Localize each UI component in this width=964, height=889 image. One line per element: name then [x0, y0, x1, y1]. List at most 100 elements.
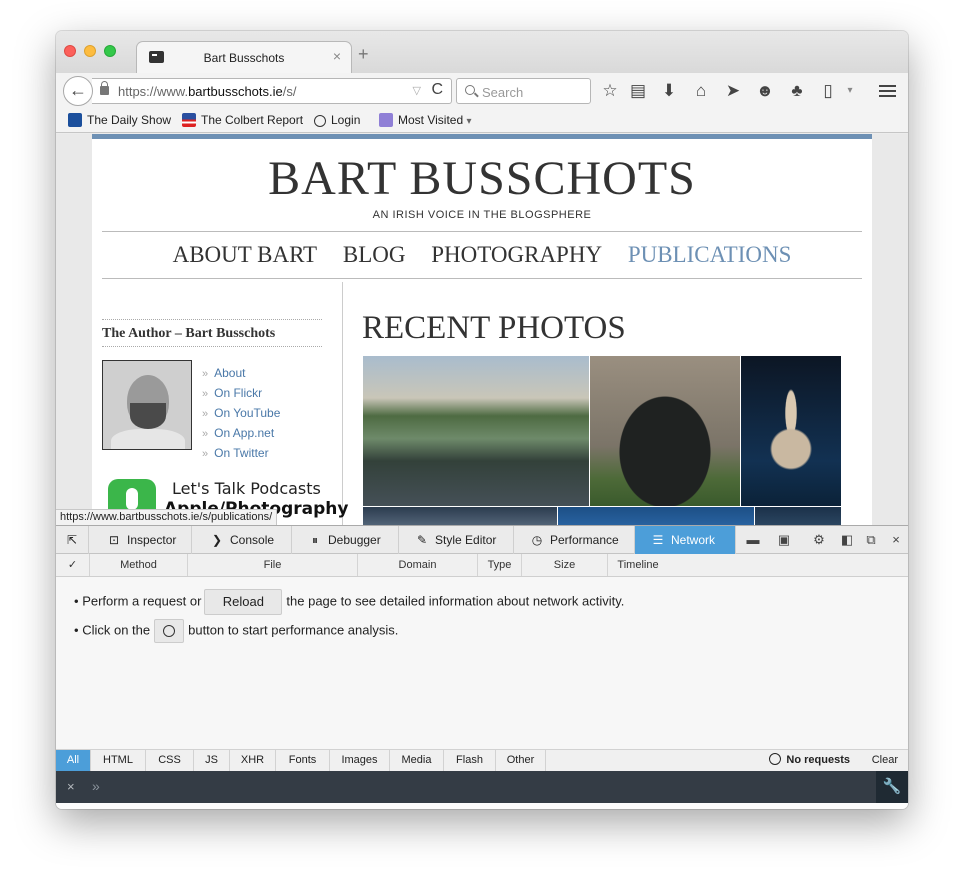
filter-all[interactable]: All: [56, 750, 91, 771]
site-page: BART BUSSCHOTS AN IRISH VOICE IN THE BLO…: [92, 134, 872, 525]
bookmark-label: The Colbert Report: [201, 113, 304, 127]
tab-network[interactable]: ☰ Network: [635, 526, 736, 554]
tab-debugger[interactable]: ⏸ Debugger: [292, 526, 399, 554]
author-link-about[interactable]: » About: [202, 365, 280, 385]
filter-images[interactable]: Images: [330, 750, 390, 771]
performance-analysis-button[interactable]: [154, 619, 185, 643]
element-picker-icon[interactable]: ⇱: [56, 526, 89, 554]
photo-stone-arch[interactable]: [590, 356, 740, 506]
nav-bar: https://www.bartbusschots.ie/s/ ▽ C ← Se…: [56, 73, 908, 109]
browser-tab[interactable]: Bart Busschots ×: [136, 41, 352, 73]
filter-other[interactable]: Other: [496, 750, 546, 771]
extension-icon[interactable]: ♣: [786, 81, 808, 101]
nav-photography[interactable]: PHOTOGRAPHY: [431, 242, 602, 268]
photo-thumb[interactable]: [558, 507, 754, 525]
filter-css[interactable]: CSS: [146, 750, 194, 771]
reload-button[interactable]: Reload: [204, 589, 283, 615]
clear-button[interactable]: Clear: [872, 750, 898, 771]
window-close-button[interactable]: [64, 45, 76, 57]
tab-bar: Bart Busschots × +: [56, 31, 908, 73]
wrench-icon[interactable]: 🔧: [876, 771, 908, 803]
close-console-icon[interactable]: ×: [67, 779, 75, 794]
stopwatch-icon[interactable]: [769, 753, 782, 765]
author-link-youtube[interactable]: » On YouTube: [202, 405, 280, 425]
dock-side-icon[interactable]: ◧: [839, 532, 855, 548]
col-size[interactable]: Size: [522, 554, 608, 576]
browser-window: Bart Busschots × + https://www.bartbussc…: [56, 31, 908, 809]
tab-style-editor[interactable]: ✎ Style Editor: [399, 526, 514, 554]
search-input[interactable]: Search: [456, 78, 591, 104]
tab-close-icon[interactable]: ×: [333, 48, 341, 64]
filter-html[interactable]: HTML: [91, 750, 146, 771]
url-bar[interactable]: https://www.bartbusschots.ie/s/ ▽ C: [92, 78, 452, 104]
filter-media[interactable]: Media: [390, 750, 444, 771]
pencil-icon: ✎: [416, 533, 428, 547]
login-icon: [314, 115, 326, 127]
photo-statue[interactable]: [741, 356, 841, 506]
site-title[interactable]: BART BUSSCHOTS: [92, 151, 872, 206]
photo-thumb[interactable]: [363, 507, 557, 525]
nav-about-bart[interactable]: ABOUT BART: [173, 242, 318, 268]
devtools-close-icon[interactable]: ×: [888, 532, 904, 548]
inspector-icon: ⊡: [108, 533, 120, 547]
filter-flash[interactable]: Flash: [444, 750, 496, 771]
reload-icon[interactable]: C: [431, 81, 443, 99]
bookmark-login[interactable]: Login: [314, 113, 360, 127]
settings-gear-icon[interactable]: ⚙: [811, 532, 827, 548]
url-host: bartbusschots.ie: [188, 84, 283, 99]
photo-misty-river[interactable]: [363, 356, 589, 506]
devtools-panel: ⇱ ⊡ Inspector ❯ Console ⏸ Debugger ✎ Style E…: [56, 525, 908, 809]
url-text[interactable]: https://www.bartbusschots.ie/s/: [118, 84, 296, 99]
network-icon: ☰: [652, 533, 664, 547]
hint-text: Perform a request or: [82, 593, 202, 609]
filter-js[interactable]: JS: [194, 750, 230, 771]
link-label: On Flickr: [214, 386, 263, 400]
author-link-twitter[interactable]: » On Twitter: [202, 445, 280, 465]
reading-list-icon[interactable]: ▤: [627, 81, 649, 101]
col-file[interactable]: File: [188, 554, 358, 576]
window-zoom-button[interactable]: [104, 45, 116, 57]
col-method[interactable]: Method: [90, 554, 188, 576]
col-status[interactable]: ✓: [56, 554, 90, 576]
window-minimize-button[interactable]: [84, 45, 96, 57]
col-type[interactable]: Type: [478, 554, 522, 576]
tab-performance[interactable]: ◷ Performance: [514, 526, 635, 554]
network-table-header: ✓ Method File Domain Type Size Timeline: [56, 554, 908, 577]
tab-inspector[interactable]: ⊡ Inspector: [89, 526, 192, 554]
hamburger-menu-icon[interactable]: [879, 85, 896, 97]
nav-blog[interactable]: BLOG: [343, 242, 406, 268]
filter-fonts[interactable]: Fonts: [276, 750, 330, 771]
new-tab-button[interactable]: +: [358, 45, 369, 63]
undock-window-icon[interactable]: ⧉: [863, 532, 879, 548]
bookmark-most-visited[interactable]: Most Visited ▾: [379, 113, 472, 127]
console-prompt-icon[interactable]: »: [92, 778, 100, 794]
tab-label: Style Editor: [435, 533, 497, 547]
col-domain[interactable]: Domain: [358, 554, 478, 576]
photo-thumb[interactable]: [755, 507, 841, 525]
bookmark-star-icon[interactable]: ☆: [599, 81, 621, 101]
filter-xhr[interactable]: XHR: [230, 750, 276, 771]
bookmark-colbert-report[interactable]: The Colbert Report: [182, 113, 303, 127]
home-icon[interactable]: ⌂: [690, 81, 712, 101]
sidebar-heading-box: The Author – Bart Busschots: [102, 319, 322, 347]
chevron-right-icon: »: [202, 408, 209, 420]
responsive-mode-icon[interactable]: ▣: [776, 532, 792, 548]
send-icon[interactable]: ➤: [722, 81, 744, 101]
nav-publications[interactable]: PUBLICATIONS: [628, 242, 792, 268]
tab-console[interactable]: ❯ Console: [192, 526, 292, 554]
author-link-flickr[interactable]: » On Flickr: [202, 385, 280, 405]
history-dropdown-icon[interactable]: ▽: [413, 84, 421, 97]
clipboard-icon[interactable]: ▯: [817, 81, 839, 101]
downloads-icon[interactable]: ⬇: [658, 81, 680, 101]
divider: [102, 231, 862, 232]
back-button[interactable]: ←: [63, 76, 93, 106]
col-timeline[interactable]: Timeline: [608, 554, 668, 576]
sidebar-divider: [342, 282, 343, 525]
chat-icon[interactable]: ☻: [754, 81, 776, 101]
split-console-icon[interactable]: ▬: [745, 532, 761, 548]
clipboard-dropdown-icon[interactable]: ▾: [839, 81, 861, 101]
hint-text: button to start performance analysis.: [188, 622, 399, 638]
author-link-appnet[interactable]: » On App.net: [202, 425, 280, 445]
daily-show-icon: [68, 113, 82, 127]
bookmark-daily-show[interactable]: The Daily Show: [68, 113, 171, 127]
